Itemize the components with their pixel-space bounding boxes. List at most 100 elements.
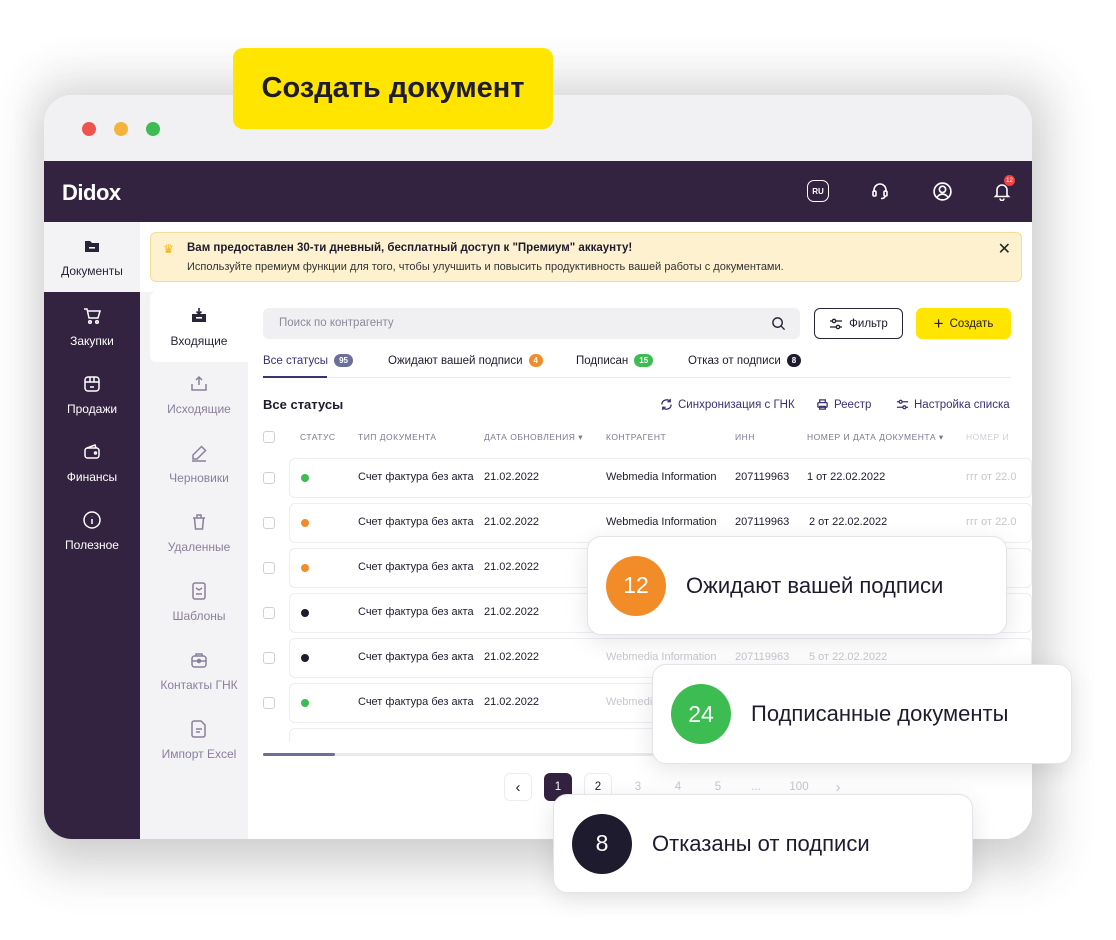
cell-number-date: 2 от 22.02.2022: [809, 516, 888, 528]
cell-document-type: Счет фактура без акта: [358, 651, 474, 663]
tab-label: Ожидают вашей подписи: [388, 354, 523, 367]
subnav-item-gnk-contacts[interactable]: Контакты ГНК: [150, 650, 248, 692]
profile-icon[interactable]: [930, 179, 954, 203]
column-number-extra[interactable]: НОМЕР И: [966, 432, 1009, 442]
settings-sliders-icon: [896, 399, 909, 410]
didox-logo[interactable]: Didox: [62, 180, 121, 206]
subnav-item-label: Контакты ГНК: [160, 678, 238, 692]
subnav-item-label: Исходящие: [167, 402, 231, 416]
scrollbar-thumb[interactable]: [263, 753, 335, 756]
window-close-dot[interactable]: [82, 122, 96, 136]
cell-update-date: 21.02.2022: [484, 606, 540, 618]
search-input[interactable]: Поиск по контрагенту: [279, 317, 394, 329]
cell-document-type: Счет фактура без акта: [358, 471, 474, 483]
subnav-item-deleted[interactable]: Удаленные: [150, 512, 248, 554]
sync-gnk-link[interactable]: Синхронизация с ГНК: [660, 398, 795, 411]
create-button-label: Создать: [949, 317, 994, 330]
select-all-checkbox[interactable]: [263, 431, 275, 443]
cell-update-date: 21.02.2022: [484, 471, 540, 483]
sidebar-item-documents[interactable]: Документы: [44, 236, 140, 278]
tab-count-badge: 8: [786, 354, 802, 367]
subnav-item-incoming[interactable]: Входящие: [150, 306, 248, 348]
cell-counterparty: Webmedia Information: [606, 471, 717, 483]
sidebar-item-label: Закупки: [70, 334, 114, 348]
template-icon: [192, 582, 206, 600]
pagination-prev-button[interactable]: ‹: [504, 773, 532, 801]
banner-text: Используйте премиум функции для того, чт…: [187, 261, 784, 273]
support-headset-icon[interactable]: [868, 179, 892, 203]
sidebar-item-finance[interactable]: Финансы: [44, 442, 140, 484]
row-checkbox[interactable]: [263, 472, 275, 484]
row-checkbox[interactable]: [263, 652, 275, 664]
table-header: СТАТУС ТИП ДОКУМЕНТА ДАТА ОБНОВЛЕНИЯ ▾ К…: [263, 430, 1032, 450]
column-document-type[interactable]: ТИП ДОКУМЕНТА: [358, 432, 437, 442]
info-icon: [83, 511, 101, 529]
subnav-item-templates[interactable]: Шаблоны: [150, 581, 248, 623]
language-badge: RU: [807, 180, 829, 202]
sidebar-item-purchases[interactable]: Закупки: [44, 306, 140, 348]
search-icon[interactable]: [771, 316, 786, 336]
column-inn[interactable]: ИНН: [735, 432, 755, 442]
banner-close-icon[interactable]: ✕: [998, 239, 1011, 259]
subnav-item-label: Импорт Excel: [161, 747, 237, 761]
status-tabs: Все статусы 95 Ожидают вашей подписи 4 П…: [263, 348, 1011, 378]
shop-icon: [84, 376, 100, 392]
subnav-item-label: Входящие: [170, 334, 228, 348]
cell-counterparty: Webmedi: [606, 696, 653, 708]
cell-inn: 207119963: [735, 651, 790, 663]
tab-count-badge: 4: [528, 354, 543, 367]
sync-gnk-label: Синхронизация с ГНК: [678, 398, 795, 411]
language-switch[interactable]: RU: [806, 179, 830, 203]
row-checkbox[interactable]: [263, 562, 275, 574]
sidebar-item-useful[interactable]: Полезное: [44, 510, 140, 552]
tab-signature-refused[interactable]: Отказ от подписи 8: [688, 354, 802, 367]
folder-icon: [85, 241, 99, 252]
cart-icon: [84, 308, 101, 325]
tab-awaiting-signature[interactable]: Ожидают вашей подписи 4: [388, 354, 543, 367]
notification-count-badge: 12: [1004, 175, 1015, 186]
filter-button[interactable]: Фильтр: [814, 308, 903, 339]
chevron-right-icon: ›: [835, 778, 841, 796]
column-number-date[interactable]: НОМЕР И ДАТА ДОКУМЕНТА ▾: [807, 432, 944, 443]
column-update-date[interactable]: ДАТА ОБНОВЛЕНИЯ ▾: [484, 432, 583, 443]
sidebar-item-sales[interactable]: Продажи: [44, 374, 140, 416]
notifications-bell-icon[interactable]: 12: [990, 175, 1015, 203]
subnav-item-import-excel[interactable]: Импорт Excel: [150, 719, 248, 761]
documents-subnav: Входящие Исходящие Черновики Удаленные Ш…: [140, 292, 248, 839]
cell-inn: 207119963: [735, 471, 790, 483]
table-row[interactable]: Счет фактура без акта 21.02.2022 Webmedi…: [263, 458, 1032, 498]
subnav-item-drafts[interactable]: Черновики: [150, 443, 248, 485]
tab-signed[interactable]: Подписан 15: [576, 354, 654, 367]
cell-inn: 207119963: [735, 516, 790, 528]
registry-link[interactable]: Реестр: [816, 398, 871, 411]
filter-button-label: Фильтр: [849, 317, 888, 330]
sidebar-item-label: Документы: [61, 264, 123, 278]
cell-document-type: Счет фактура без акта: [358, 561, 474, 573]
cell-update-date: 21.02.2022: [484, 651, 540, 663]
window-maximize-dot[interactable]: [146, 122, 160, 136]
stat-count-badge: 8: [572, 813, 632, 874]
tab-all-statuses[interactable]: Все статусы 95: [263, 354, 353, 367]
row-checkbox[interactable]: [263, 697, 275, 709]
sidebar-item-label: Полезное: [65, 538, 119, 552]
column-counterparty[interactable]: КОНТРАГЕНТ: [606, 432, 666, 442]
create-button[interactable]: + Создать: [916, 308, 1011, 339]
status-dot: [301, 699, 309, 707]
list-settings-label: Настройка списка: [914, 398, 1010, 411]
cell-number-date: 1 от 22.02.2022: [807, 471, 886, 483]
row-checkbox[interactable]: [263, 517, 275, 529]
stat-card-signed: 24 Подписанные документы: [652, 664, 1072, 764]
row-checkbox[interactable]: [263, 607, 275, 619]
tab-label: Все статусы: [263, 354, 329, 367]
window-minimize-dot[interactable]: [114, 122, 128, 136]
stat-label: Подписанные документы: [751, 701, 1009, 726]
subnav-item-outgoing[interactable]: Исходящие: [150, 374, 248, 416]
list-settings-link[interactable]: Настройка списка: [896, 398, 1010, 411]
cell-document-type: Счет фактура без акта: [358, 516, 474, 528]
app-header: Didox RU 12: [44, 161, 1032, 222]
counterparty-search[interactable]: Поиск по контрагенту: [263, 308, 800, 339]
column-status[interactable]: СТАТУС: [300, 432, 336, 442]
tab-count-badge: 95: [334, 354, 353, 367]
cell-number-extra: ггг от 22.0: [966, 516, 1017, 528]
cell-counterparty: Webmedia Information: [606, 516, 717, 528]
